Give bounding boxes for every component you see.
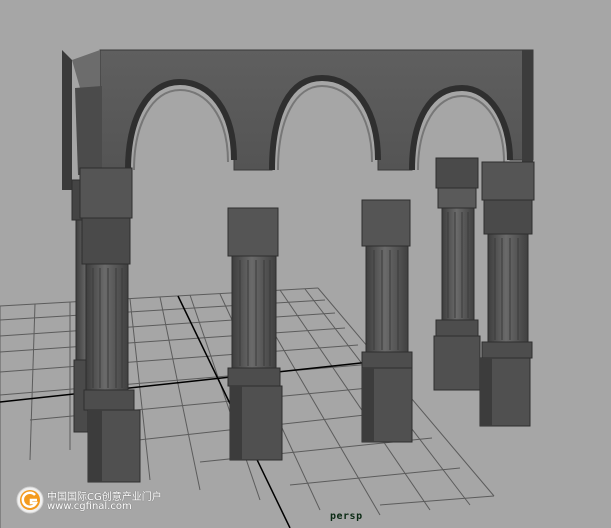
camera-name-label: persp (330, 511, 363, 522)
column-front-2 (227, 207, 283, 461)
column-back-right (433, 157, 481, 391)
column-front-4 (479, 161, 535, 427)
perspective-viewport[interactable]: persp 中国国际CG创意产业门户 www.cgfinal.com (0, 0, 611, 528)
cgfinal-logo-icon (16, 486, 44, 514)
viewport-scene[interactable] (0, 0, 611, 528)
column-front-1 (79, 167, 141, 483)
watermark-url: www.cgfinal.com (47, 501, 132, 512)
column-front-3 (361, 199, 413, 443)
watermark: 中国国际CG创意产业门户 www.cgfinal.com (16, 486, 186, 516)
